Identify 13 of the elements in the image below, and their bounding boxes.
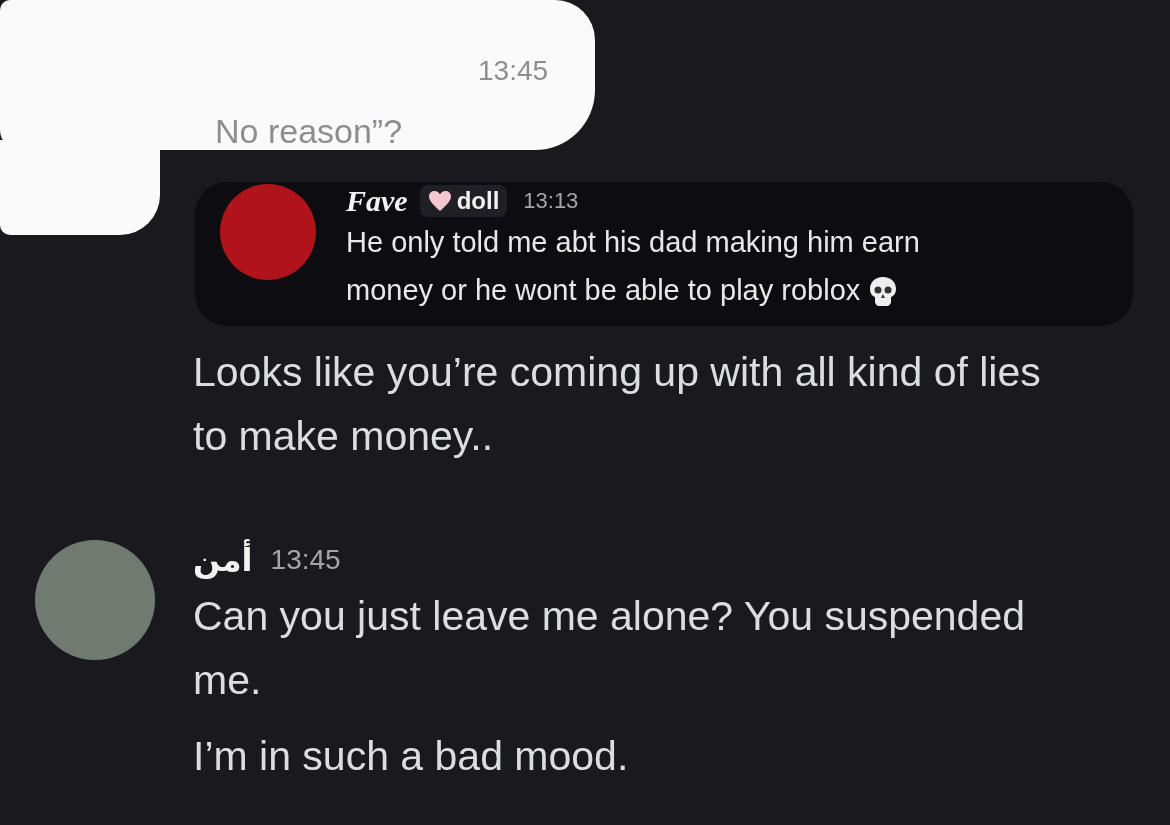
message-text: Can you just leave me alone? You suspended me. [193, 592, 1026, 705]
heart-icon [427, 190, 452, 212]
author-name: أمن [193, 541, 253, 579]
message-text: I’m in such a bad mood. [193, 732, 630, 781]
message-time: 13:45 [478, 55, 549, 87]
message-text: No reason”? [215, 112, 403, 151]
badge-label: doll [456, 187, 500, 215]
skull-icon [868, 276, 899, 309]
message-text: Looks like you’re coming up with all kind of lies to make money.. [193, 348, 1042, 461]
author-name: Fave [346, 184, 408, 218]
quoted-message-text: He only told me abt his dad making him earn money or he wont be able to play roblox [346, 218, 1006, 314]
message-time: 13:45 [270, 544, 341, 576]
message-time: 13:13 [523, 188, 579, 214]
